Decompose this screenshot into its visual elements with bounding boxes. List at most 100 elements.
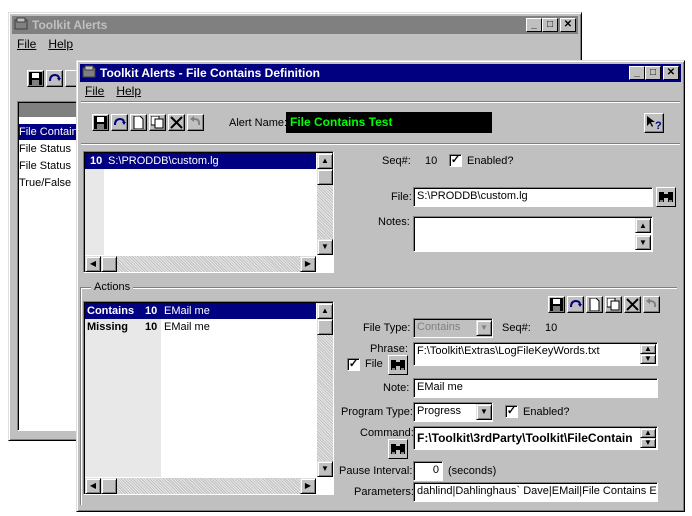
save-icon bbox=[29, 72, 42, 85]
notes-textarea[interactable]: ▲ ▼ bbox=[413, 216, 653, 252]
save-button[interactable] bbox=[92, 114, 109, 131]
svg-text:?: ? bbox=[655, 120, 662, 131]
help-button[interactable]: ? bbox=[644, 113, 664, 133]
action-save-button[interactable] bbox=[548, 296, 565, 313]
action-enabled-checkbox[interactable]: ✓ bbox=[505, 405, 518, 418]
definition-window: Toolkit Alerts - File Contains Definitio… bbox=[76, 60, 685, 512]
copy-icon bbox=[607, 298, 620, 311]
close-button[interactable]: ✕ bbox=[560, 18, 576, 32]
command-scroll-up[interactable]: ▲ bbox=[640, 428, 656, 438]
new-button[interactable] bbox=[130, 114, 147, 131]
back-save-button[interactable] bbox=[27, 70, 44, 87]
toolbar-divider bbox=[81, 143, 680, 145]
action-row[interactable]: Missing 10 EMail me bbox=[85, 319, 316, 335]
back-refresh-button[interactable] bbox=[46, 70, 63, 87]
close-button[interactable]: ✕ bbox=[663, 66, 679, 80]
scroll-thumb[interactable] bbox=[317, 319, 333, 335]
scroll-up-button[interactable]: ▲ bbox=[317, 153, 333, 169]
action-delete-button[interactable] bbox=[624, 296, 641, 313]
list-item[interactable]: True/False bbox=[19, 175, 78, 191]
file-list-row[interactable]: 10 S:\PRODDB\custom.lg bbox=[85, 153, 316, 169]
action-seq-value: 10 bbox=[545, 322, 558, 334]
phrase-scroll-up[interactable]: ▲ bbox=[640, 344, 656, 354]
scroll-right-button[interactable]: ▶ bbox=[300, 478, 316, 494]
refresh-button[interactable] bbox=[111, 114, 128, 131]
menu-help[interactable]: Help bbox=[116, 82, 141, 100]
scroll-down-button[interactable]: ▼ bbox=[317, 461, 333, 477]
phrase-file-checkbox[interactable]: ✓ bbox=[347, 358, 360, 371]
maximize-button[interactable]: □ bbox=[542, 18, 558, 32]
menu-file[interactable]: File bbox=[85, 82, 104, 100]
refresh-icon bbox=[49, 73, 61, 82]
undo-button[interactable] bbox=[187, 114, 204, 131]
notes-scroll-up[interactable]: ▲ bbox=[635, 218, 651, 233]
scroll-thumb[interactable] bbox=[101, 478, 117, 494]
action-copy-button[interactable] bbox=[605, 296, 622, 313]
file-input[interactable]: S:\PRODDB\custom.lg bbox=[413, 187, 653, 207]
delete-button[interactable] bbox=[168, 114, 185, 131]
definition-titlebar[interactable]: Toolkit Alerts - File Contains Definitio… bbox=[80, 64, 681, 82]
seq-label: Seq#: bbox=[382, 155, 411, 167]
scroll-up-button[interactable]: ▲ bbox=[317, 303, 333, 319]
command-label: Command: bbox=[360, 427, 414, 439]
command-scroll-down[interactable]: ▼ bbox=[640, 438, 656, 448]
menu-divider bbox=[81, 101, 680, 103]
list-item[interactable]: File Status bbox=[19, 158, 78, 174]
menu-help[interactable]: Help bbox=[48, 35, 73, 53]
back-window-title: Toolkit Alerts bbox=[32, 18, 108, 32]
action-refresh-button[interactable] bbox=[567, 296, 584, 313]
back-window-titlebar[interactable]: Toolkit Alerts _ □ ✕ bbox=[12, 16, 578, 34]
undo-icon bbox=[190, 116, 201, 126]
scroll-thumb[interactable] bbox=[317, 169, 333, 185]
notes-scroll-down[interactable]: ▼ bbox=[635, 235, 651, 250]
binoculars-icon bbox=[391, 444, 405, 454]
phrase-browse-button[interactable] bbox=[388, 355, 408, 375]
program-type-label: Program Type: bbox=[341, 406, 413, 418]
delete-x-icon bbox=[170, 116, 183, 129]
app-icon bbox=[14, 17, 28, 30]
chevron-down-icon[interactable]: ▼ bbox=[476, 320, 492, 336]
file-type-select[interactable]: Contains ▼ bbox=[413, 318, 493, 338]
minimize-button[interactable]: _ bbox=[526, 18, 542, 32]
minimize-button[interactable]: _ bbox=[629, 66, 645, 80]
command-input[interactable]: F:\Toolkit\3rdParty\Toolkit\FileContain … bbox=[413, 426, 658, 450]
action-row[interactable]: Contains 10 EMail me bbox=[85, 303, 316, 319]
refresh-icon bbox=[114, 117, 126, 126]
action-new-button[interactable] bbox=[586, 296, 603, 313]
scroll-left-button[interactable]: ◀ bbox=[85, 256, 101, 272]
scroll-left-button[interactable]: ◀ bbox=[85, 478, 101, 494]
actions-list-hscroll[interactable]: ◀ ▶ bbox=[85, 478, 316, 494]
maximize-button[interactable]: □ bbox=[645, 66, 661, 80]
scroll-down-button[interactable]: ▼ bbox=[317, 239, 333, 255]
file-list[interactable]: 10 S:\PRODDB\custom.lg ▲ ▼ ◀ ▶ bbox=[83, 151, 334, 273]
file-browse-button[interactable] bbox=[656, 187, 676, 207]
list-item[interactable]: File Status bbox=[19, 141, 78, 157]
delete-x-icon bbox=[626, 298, 639, 311]
chevron-down-icon[interactable]: ▼ bbox=[476, 404, 492, 420]
note-input[interactable]: EMail me bbox=[413, 378, 658, 398]
save-icon bbox=[550, 298, 563, 311]
phrase-input[interactable]: F:\Toolkit\Extras\LogFileKeyWords.txt ▲ … bbox=[413, 342, 658, 366]
alert-name-field[interactable]: File Contains Test bbox=[286, 112, 492, 133]
menu-file[interactable]: File bbox=[17, 35, 36, 53]
pause-interval-input[interactable]: 0 bbox=[413, 461, 443, 481]
program-type-select[interactable]: Progress ▼ bbox=[413, 402, 493, 422]
scroll-right-button[interactable]: ▶ bbox=[300, 256, 316, 272]
alert-name-value: File Contains Test bbox=[290, 115, 393, 129]
action-undo-button[interactable] bbox=[643, 296, 660, 313]
refresh-icon bbox=[570, 299, 582, 308]
copy-button[interactable] bbox=[149, 114, 166, 131]
actions-list-vscroll[interactable]: ▲ ▼ bbox=[317, 303, 333, 477]
scroll-thumb[interactable] bbox=[101, 256, 117, 272]
phrase-file-label: File bbox=[365, 358, 383, 370]
enabled-checkbox[interactable]: ✓ bbox=[449, 154, 462, 167]
actions-list[interactable]: Contains 10 EMail me Missing 10 EMail me… bbox=[83, 301, 334, 495]
phrase-scroll-down[interactable]: ▼ bbox=[640, 354, 656, 364]
parameters-input[interactable]: dahlind|Dahlinghaus` Dave|EMail|File Con… bbox=[413, 482, 658, 502]
list-item[interactable]: File Contains bbox=[19, 124, 83, 140]
back-alerts-list[interactable]: File Contains File Status File Status Tr… bbox=[17, 101, 83, 431]
context-help-icon: ? bbox=[647, 116, 662, 131]
file-list-hscroll[interactable]: ◀ ▶ bbox=[85, 256, 316, 272]
file-list-vscroll[interactable]: ▲ ▼ bbox=[317, 153, 333, 255]
command-browse-button[interactable] bbox=[388, 439, 408, 459]
